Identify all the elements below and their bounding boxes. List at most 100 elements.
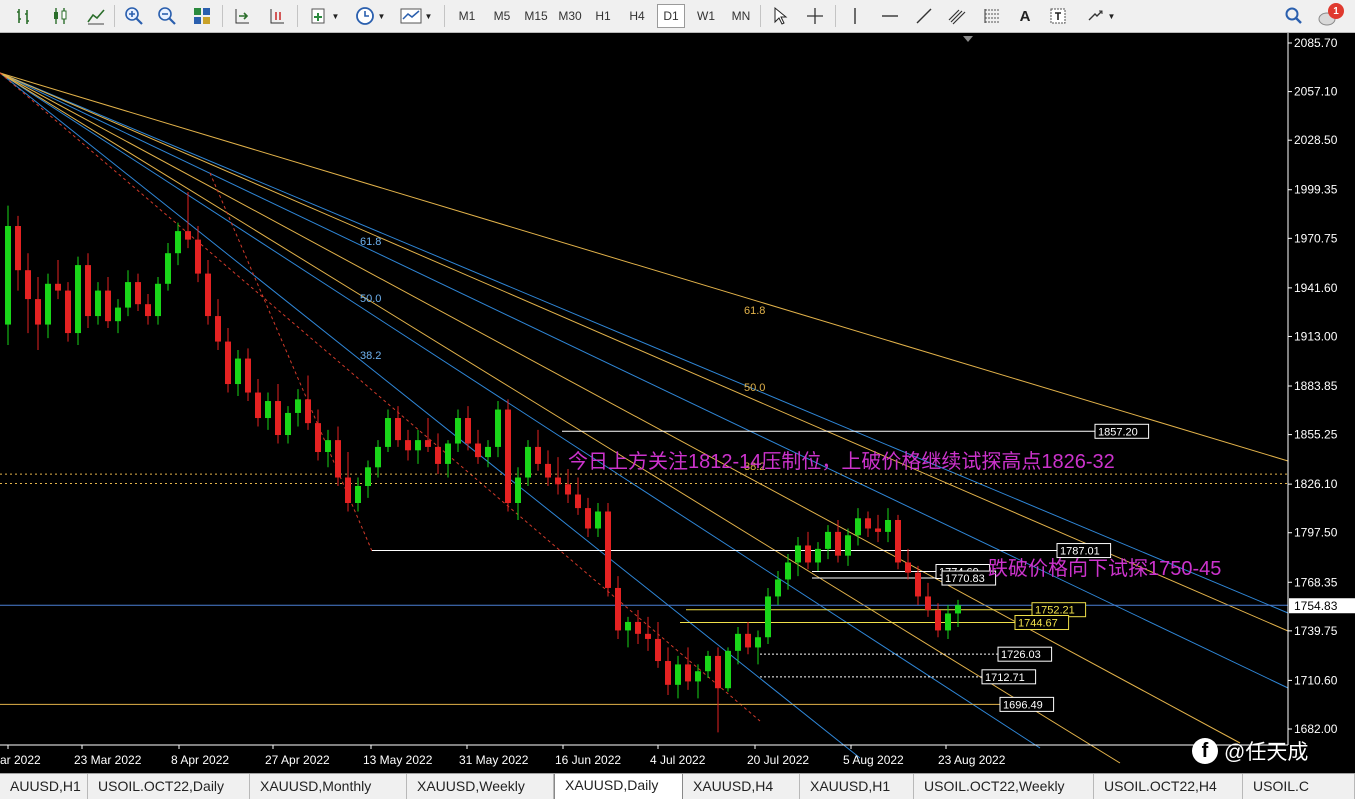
notifications-button[interactable]: 1 xyxy=(1314,3,1344,28)
candle-body xyxy=(415,440,421,451)
candle-body xyxy=(115,307,121,322)
timeframe-m1[interactable]: M1 xyxy=(452,4,482,28)
candle-body xyxy=(185,231,191,240)
candle-body xyxy=(535,446,541,464)
candle-body xyxy=(265,401,271,419)
search-icon[interactable] xyxy=(1282,4,1306,28)
candle-body xyxy=(445,443,451,464)
timeframe-m30[interactable]: M30 xyxy=(555,4,585,28)
chart-tab[interactable]: XAUUSD,Monthly xyxy=(250,774,407,799)
timeframe-m15[interactable]: M15 xyxy=(521,4,551,28)
candle-body xyxy=(275,401,281,436)
candle-body xyxy=(615,587,621,631)
price-level-label: 1752.21 xyxy=(1035,605,1075,617)
chart-shift-icon[interactable] xyxy=(265,4,289,28)
tile-windows-icon[interactable] xyxy=(190,4,214,28)
candle-body xyxy=(395,418,401,441)
templates-dropdown[interactable]: ▼ xyxy=(396,4,436,28)
candle-body xyxy=(255,392,261,419)
vertical-line-icon[interactable] xyxy=(843,4,867,28)
bar-chart-icon[interactable] xyxy=(12,4,36,28)
fib-fan-orange-line xyxy=(0,72,1241,744)
candle-body xyxy=(125,282,131,308)
candle-body xyxy=(595,511,601,529)
candle-body xyxy=(935,610,941,631)
candle-body xyxy=(315,423,321,453)
candle-body xyxy=(175,231,181,254)
candle-body xyxy=(685,664,691,682)
zoom-in-icon[interactable] xyxy=(122,4,146,28)
timeframe-m5[interactable]: M5 xyxy=(487,4,517,28)
watermark-text: @任天成 xyxy=(1224,741,1309,764)
fib-fan-blue-line xyxy=(0,72,1289,614)
price-tick-label: 1855.25 xyxy=(1294,428,1338,442)
timeframe-d1[interactable]: D1 xyxy=(657,4,685,28)
periods-dropdown[interactable]: ▼ xyxy=(350,4,390,28)
arrows-dropdown[interactable]: ▼ xyxy=(1080,4,1120,28)
indicators-dropdown[interactable]: ▼ xyxy=(305,4,343,28)
line-chart-icon[interactable] xyxy=(84,4,108,28)
price-tick-label: 1826.10 xyxy=(1294,477,1338,491)
candle-body xyxy=(305,399,311,424)
chart-tabs: AUUSD,H1 USOIL.OCT22,Daily XAUUSD,Monthly X… xyxy=(0,773,1355,799)
candle-body xyxy=(945,613,951,631)
candle-body xyxy=(885,519,891,532)
time-tick-label: 16 Jun 2022 xyxy=(555,753,621,767)
fib-fan-orange-label: 61.8 xyxy=(744,305,765,317)
candle-body xyxy=(425,440,431,447)
candle-body xyxy=(645,633,651,639)
candle-body xyxy=(345,477,351,503)
text-tool-icon[interactable]: A xyxy=(1013,4,1037,28)
price-level-label: 1787.01 xyxy=(1060,546,1100,558)
chart-tab[interactable]: USOIL.OCT22,H4 xyxy=(1094,774,1243,799)
candle-body xyxy=(635,621,641,634)
chart-tab[interactable]: XAUUSD,H4 xyxy=(683,774,800,799)
chart-tab[interactable]: XAUUSD,Daily xyxy=(554,774,683,799)
candle-body xyxy=(775,579,781,597)
chart-tab[interactable]: USOIL.C xyxy=(1243,774,1355,799)
chart-tab[interactable]: XAUUSD,H1 xyxy=(800,774,914,799)
toolbar: ▼ ▼ ▼ A ▼ 1 M1 M5 M15 M30 H1 H4 D1 W1 MN xyxy=(0,0,1355,33)
cursor-icon[interactable] xyxy=(768,4,792,28)
crosshair-icon[interactable] xyxy=(803,4,827,28)
candle-body xyxy=(805,545,811,563)
text-label-icon[interactable] xyxy=(1046,4,1070,28)
timeframe-mn[interactable]: MN xyxy=(726,4,756,28)
horizontal-line-icon[interactable] xyxy=(878,4,902,28)
candle-body xyxy=(575,494,581,509)
chart-tab[interactable]: USOIL.OCT22,Weekly xyxy=(914,774,1094,799)
candle-body xyxy=(745,633,751,648)
time-tick-label: 23 Mar 2022 xyxy=(74,753,142,767)
chart-tab[interactable]: AUUSD,H1 xyxy=(0,774,88,799)
chart-tab[interactable]: USOIL.OCT22,Daily xyxy=(88,774,250,799)
price-tick-label: 1768.35 xyxy=(1294,575,1338,589)
candle-body xyxy=(495,409,501,447)
fib-fan-blue-label: 38.2 xyxy=(360,350,381,362)
fib-fan-orange-line xyxy=(0,72,1121,764)
equidistant-channel-icon[interactable] xyxy=(945,4,969,28)
price-tick-label: 2085.70 xyxy=(1294,36,1338,50)
zoom-out-icon[interactable] xyxy=(155,4,179,28)
candle-body xyxy=(655,638,661,662)
timeframe-h4[interactable]: H4 xyxy=(623,4,651,28)
time-tick-label: 4 Jul 2022 xyxy=(650,753,706,767)
candle-body xyxy=(545,463,551,478)
candle-body xyxy=(725,650,731,689)
fibonacci-icon[interactable] xyxy=(980,4,1004,28)
candle-body xyxy=(915,572,921,597)
auto-scroll-icon[interactable] xyxy=(230,4,254,28)
chart-tab[interactable]: XAUUSD,Weekly xyxy=(407,774,554,799)
candle-body xyxy=(525,446,531,478)
candle-body xyxy=(165,253,171,284)
timeframe-h1[interactable]: H1 xyxy=(589,4,617,28)
candle-body xyxy=(715,655,721,689)
price-tick-label: 1913.00 xyxy=(1294,329,1338,343)
candle-body xyxy=(195,239,201,274)
candle-body xyxy=(285,412,291,436)
candlestick-chart-icon[interactable] xyxy=(48,4,72,28)
candle-body xyxy=(465,418,471,444)
candle-body xyxy=(335,440,341,478)
timeframe-w1[interactable]: W1 xyxy=(692,4,720,28)
trendline-icon[interactable] xyxy=(912,4,936,28)
price-chart[interactable]: 1857.201787.011774.691770.831752.211744.… xyxy=(0,33,1355,773)
